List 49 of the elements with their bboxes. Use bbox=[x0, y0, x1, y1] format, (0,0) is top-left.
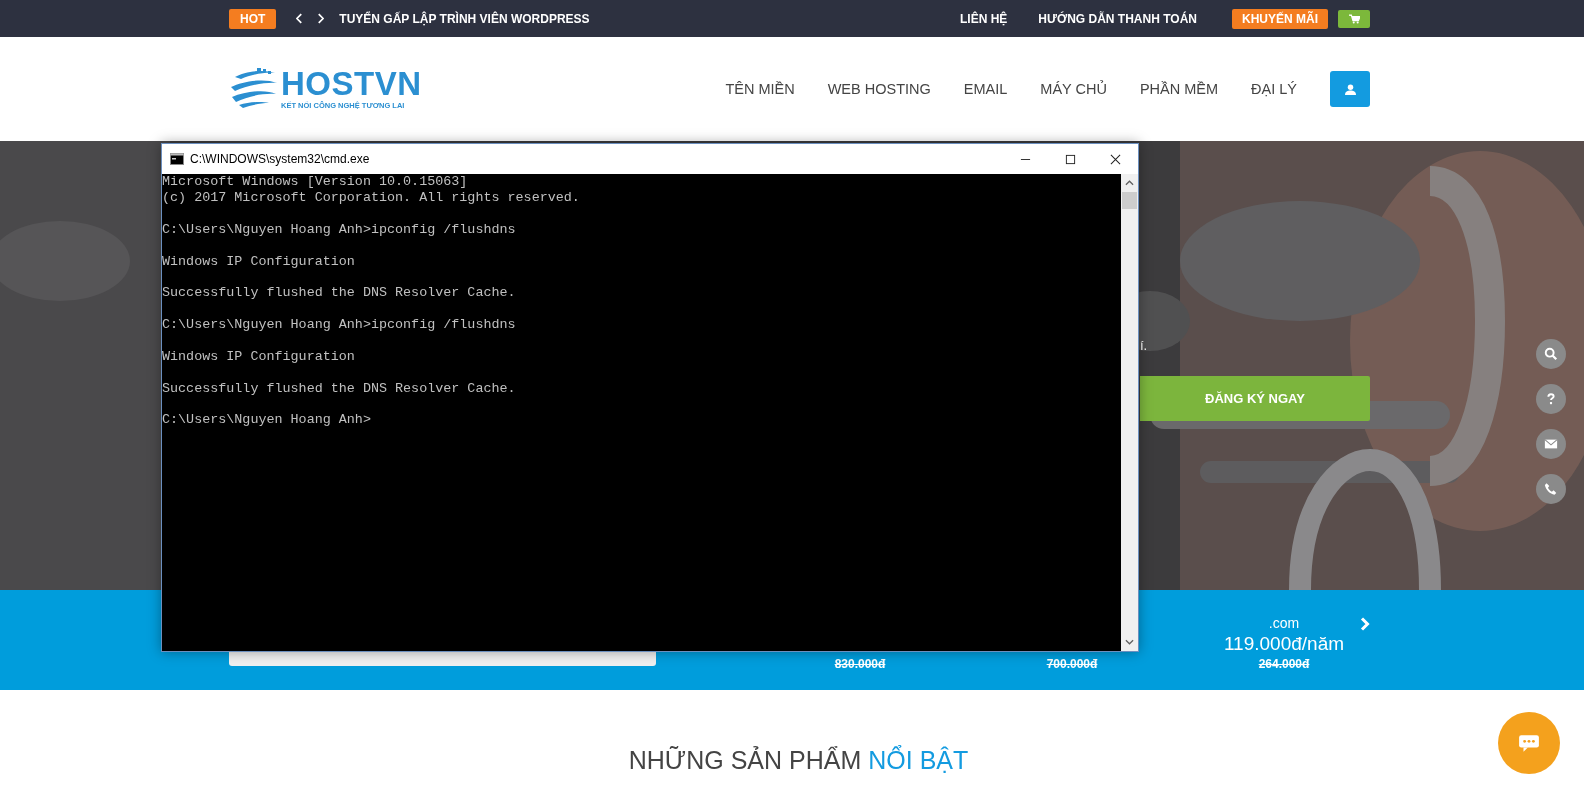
top-link[interactable]: LIÊN HỆ bbox=[960, 11, 1008, 26]
console-line: C:\Users\Nguyen Hoang Anh>ipconfig /flushdns bbox=[162, 317, 517, 333]
question-icon bbox=[1544, 392, 1558, 406]
chevron-right-icon[interactable] bbox=[317, 13, 325, 24]
console-line: C:\Users\Nguyen Hoang Anh> bbox=[162, 412, 372, 429]
console-line: Windows IP Configuration bbox=[162, 253, 356, 270]
nav-link[interactable]: MÁY CHỦ bbox=[1040, 81, 1107, 97]
phone-icon bbox=[1544, 482, 1558, 496]
chevron-left-icon[interactable] bbox=[296, 13, 304, 24]
console-line: Successfully flushed the DNS Resolver Cache. bbox=[162, 285, 517, 302]
news-link[interactable]: TUYỂN GẤP LẬP TRÌNH VIÊN WORDPRESS bbox=[339, 11, 590, 26]
window-title: C:\WINDOWS\system32\cmd.exe bbox=[190, 152, 371, 166]
next-button[interactable] bbox=[1360, 617, 1370, 631]
nav-link[interactable]: EMAIL bbox=[963, 81, 1008, 97]
hero-text: í. bbox=[1140, 338, 1149, 353]
domain-search-field[interactable] bbox=[229, 652, 656, 666]
search-icon bbox=[1544, 347, 1558, 361]
console-line: (c) 2017 Microsoft Corporation. All rights reserved. bbox=[162, 189, 581, 206]
cart-button[interactable] bbox=[1338, 9, 1370, 28]
chat-icon bbox=[1518, 734, 1540, 752]
logo-wordmark: HOSTVN bbox=[281, 67, 422, 101]
nav-link[interactable]: PHẦN MỀM bbox=[1139, 81, 1219, 97]
console-line: Microsoft Windows [Version 10.0.15063] bbox=[162, 174, 469, 190]
domain-extension: .com bbox=[1268, 615, 1300, 631]
old-price: 700.000đ bbox=[1046, 657, 1098, 671]
console-line: Windows IP Configuration bbox=[162, 348, 356, 365]
hot-badge: HOT bbox=[229, 8, 277, 29]
console-icon bbox=[170, 153, 184, 165]
account-button[interactable] bbox=[1330, 71, 1370, 107]
nav-link[interactable]: ĐẠI LÝ bbox=[1251, 81, 1297, 97]
old-price: 830.000đ bbox=[834, 657, 886, 671]
nav-link[interactable]: WEB HOSTING bbox=[827, 81, 931, 97]
chevron-up-icon bbox=[1125, 180, 1134, 186]
user-icon bbox=[1344, 83, 1356, 95]
scrollbar[interactable] bbox=[1121, 174, 1138, 651]
mail-icon bbox=[1544, 437, 1558, 451]
top-link[interactable]: HƯỚNG DẪN THANH TOÁN bbox=[1038, 11, 1197, 26]
chevron-down-icon bbox=[1125, 639, 1134, 645]
console-line: Successfully flushed the DNS Resolver Cache. bbox=[162, 380, 517, 397]
domain-price: 119.000đ/năm bbox=[1223, 633, 1345, 655]
maximize-icon bbox=[1065, 153, 1076, 165]
close-icon bbox=[1110, 153, 1121, 165]
cart-icon bbox=[1348, 13, 1360, 24]
nav-link[interactable]: TÊN MIỀN bbox=[725, 81, 795, 97]
section-heading: NHỮNG SẢN PHẨM NỔI BẬT bbox=[628, 746, 969, 775]
old-price: 264.000đ bbox=[1258, 657, 1310, 671]
scrollbar-thumb[interactable] bbox=[1122, 192, 1137, 209]
console-line: C:\Users\Nguyen Hoang Anh>ipconfig /flushdns bbox=[162, 221, 517, 238]
chevron-right-icon bbox=[1360, 617, 1370, 631]
